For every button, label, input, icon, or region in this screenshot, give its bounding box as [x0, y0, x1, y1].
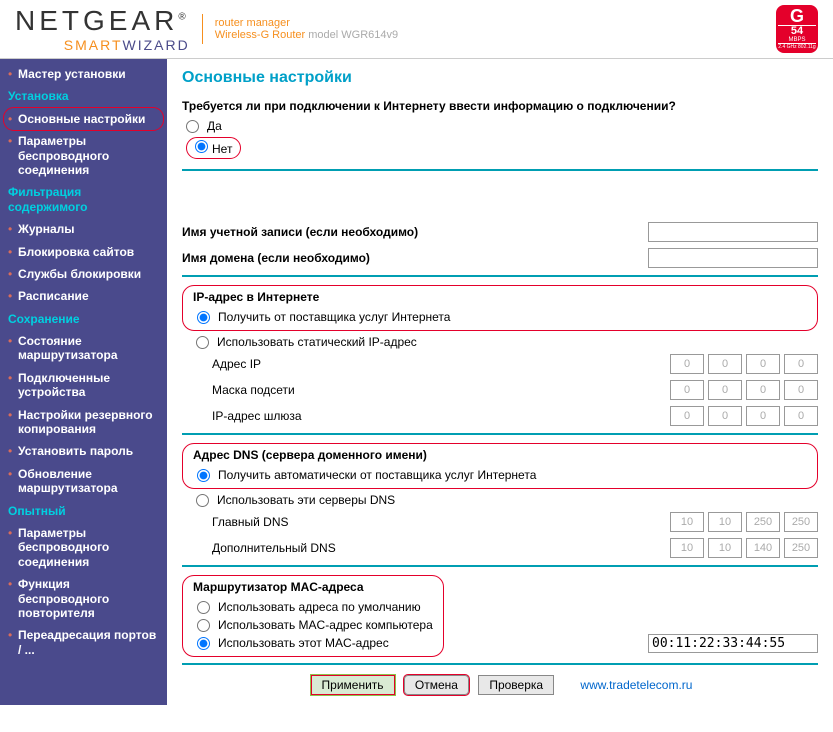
- apply-button[interactable]: Применить: [311, 675, 395, 695]
- ip-mask-4[interactable]: [784, 380, 818, 400]
- nav-attached-devices[interactable]: Подключенные устройства: [0, 367, 167, 404]
- ip-mask-2[interactable]: [708, 380, 742, 400]
- brand-text: NETGEAR®: [15, 5, 190, 37]
- ip-gw-4[interactable]: [784, 406, 818, 426]
- nav-schedule[interactable]: Расписание: [0, 285, 167, 307]
- dns-manual-radio[interactable]: [196, 494, 209, 507]
- nav-router-status[interactable]: Состояние маршрутизатора: [0, 330, 167, 367]
- ip-addr-2[interactable]: [708, 354, 742, 374]
- cancel-button[interactable]: Отмена: [404, 675, 469, 695]
- dns-s-1[interactable]: [670, 538, 704, 558]
- mac-section-label: Маршрутизатор MAC-адреса: [193, 580, 433, 594]
- domain-name-input[interactable]: [648, 248, 818, 268]
- dns-p-4[interactable]: [784, 512, 818, 532]
- nav-logs[interactable]: Журналы: [0, 218, 167, 240]
- ip-mask-1[interactable]: [670, 380, 704, 400]
- ip-section-highlight: IP-адрес в Интернете Получить от поставщ…: [182, 285, 818, 331]
- nav-block-services[interactable]: Службы блокировки: [0, 263, 167, 285]
- ip-mask-label: Маска подсети: [182, 383, 670, 397]
- dns-secondary-label: Дополнительный DNS: [182, 541, 670, 555]
- main-content: Основные настройки Требуется ли при подк…: [167, 59, 833, 705]
- dns-section-label: Адрес DNS (сервера доменного имени): [193, 448, 807, 462]
- mac-default-radio[interactable]: [197, 601, 210, 614]
- domain-name-label: Имя домена (если необходимо): [182, 251, 648, 265]
- ip-gateway-label: IP-адрес шлюза: [182, 409, 670, 423]
- dns-primary-label: Главный DNS: [182, 515, 670, 529]
- ip-auto-label: Получить от поставщика услуг Интернета: [218, 310, 450, 324]
- divider: [182, 433, 818, 435]
- mac-pc-label: Использовать MAC-адрес компьютера: [218, 618, 433, 632]
- ip-static-label: Использовать статический IP-адрес: [217, 335, 417, 349]
- dns-s-4[interactable]: [784, 538, 818, 558]
- dns-manual-label: Использовать эти серверы DNS: [217, 493, 395, 507]
- ip-gw-1[interactable]: [670, 406, 704, 426]
- nav-port-forwarding[interactable]: Переадресация портов / ...: [0, 624, 167, 661]
- logo: NETGEAR® SMARTWIZARD: [15, 5, 190, 53]
- nav-setup-wizard[interactable]: Мастер установки: [0, 63, 167, 85]
- nav-wireless-settings[interactable]: Параметры беспроводного соединения: [0, 130, 167, 181]
- login-no-radio[interactable]: [195, 140, 208, 153]
- login-question-label: Требуется ли при подключении к Интернету…: [182, 99, 818, 113]
- dns-s-2[interactable]: [708, 538, 742, 558]
- divider: [182, 565, 818, 567]
- ip-gw-3[interactable]: [746, 406, 780, 426]
- divider: [182, 169, 818, 171]
- page-title: Основные настройки: [182, 69, 818, 87]
- header: NETGEAR® SMARTWIZARD router manager Wire…: [0, 0, 833, 59]
- nav-backup-settings[interactable]: Настройки резервного копирования: [0, 404, 167, 441]
- ip-address-label: Адрес IP: [182, 357, 670, 371]
- button-bar: Применить Отмена Проверка www.tradetelec…: [182, 675, 818, 695]
- dns-section-highlight: Адрес DNS (сервера доменного имени) Полу…: [182, 443, 818, 489]
- dns-p-2[interactable]: [708, 512, 742, 532]
- tradetelecom-link[interactable]: www.tradetelecom.ru: [580, 678, 692, 692]
- nav-header-advanced: Опытный: [0, 500, 167, 522]
- login-yes-label: Да: [207, 119, 222, 133]
- divider: [182, 663, 818, 665]
- nav-header-maintenance: Сохранение: [0, 308, 167, 330]
- ip-addr-3[interactable]: [746, 354, 780, 374]
- mac-section-highlight: Маршрутизатор MAC-адреса Использовать ад…: [182, 575, 444, 657]
- nav-router-upgrade[interactable]: Обновление маршрутизатора: [0, 463, 167, 500]
- smartwizard-text: SMARTWIZARD: [15, 37, 190, 53]
- mac-this-radio[interactable]: [197, 637, 210, 650]
- dns-s-3[interactable]: [746, 538, 780, 558]
- mac-pc-radio[interactable]: [197, 619, 210, 632]
- sidebar: Мастер установки Установка Основные наст…: [0, 59, 167, 705]
- ip-addr-1[interactable]: [670, 354, 704, 374]
- ip-static-radio[interactable]: [196, 336, 209, 349]
- mac-default-label: Использовать адреса по умолчанию: [218, 600, 421, 614]
- login-yes-radio[interactable]: [186, 120, 199, 133]
- ip-gw-2[interactable]: [708, 406, 742, 426]
- dns-p-3[interactable]: [746, 512, 780, 532]
- nav-basic-settings[interactable]: Основные настройки: [4, 108, 163, 130]
- nav-header-install: Установка: [0, 85, 167, 107]
- account-name-input[interactable]: [648, 222, 818, 242]
- ip-mask-3[interactable]: [746, 380, 780, 400]
- ip-section-label: IP-адрес в Интернете: [193, 290, 807, 304]
- dns-auto-label: Получить автоматически от поставщика усл…: [218, 468, 536, 482]
- dns-p-1[interactable]: [670, 512, 704, 532]
- nav-header-filter: Фильтрация содержимого: [0, 181, 167, 218]
- dns-auto-radio[interactable]: [197, 469, 210, 482]
- nav-block-sites[interactable]: Блокировка сайтов: [0, 241, 167, 263]
- login-no-label: Нет: [212, 142, 232, 156]
- mac-this-label: Использовать этот MAC-адрес: [218, 636, 389, 650]
- account-name-label: Имя учетной записи (если необходимо): [182, 225, 648, 239]
- nav-repeater[interactable]: Функция беспроводного повторителя: [0, 573, 167, 624]
- ip-auto-radio[interactable]: [197, 311, 210, 324]
- ip-addr-4[interactable]: [784, 354, 818, 374]
- divider: [182, 275, 818, 277]
- test-button[interactable]: Проверка: [478, 675, 554, 695]
- header-divider: [202, 14, 203, 44]
- nav-set-password[interactable]: Установить пароль: [0, 440, 167, 462]
- nav-adv-wireless[interactable]: Параметры беспроводного соединения: [0, 522, 167, 573]
- mac-address-input[interactable]: [648, 634, 818, 653]
- g-badge-icon: G 54 MBPS 2.4 GHz 802.11g: [776, 5, 818, 53]
- header-subtitle: router manager Wireless-G Router model W…: [215, 17, 398, 41]
